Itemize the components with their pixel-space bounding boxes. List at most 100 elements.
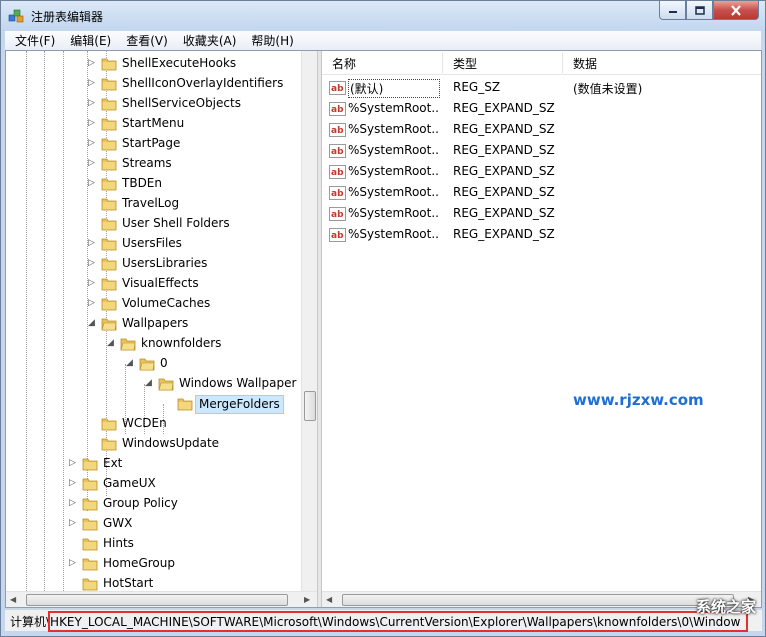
- value-name[interactable]: %SystemRoot...: [348, 185, 440, 199]
- close-button[interactable]: [713, 1, 759, 20]
- tree-node[interactable]: ◢ Wallpapers: [6, 314, 301, 334]
- tree-node-label[interactable]: StartPage: [119, 135, 183, 152]
- tree-node[interactable]: ▷ Group Policy: [6, 494, 301, 514]
- collapsed-arrow-icon[interactable]: ▷: [87, 239, 96, 248]
- tree-node[interactable]: MergeFolders: [6, 394, 301, 414]
- tree-node-label[interactable]: VisualEffects: [119, 275, 202, 292]
- collapsed-arrow-icon[interactable]: ▷: [68, 499, 77, 508]
- menu-edit[interactable]: 编辑(E): [60, 32, 116, 49]
- tree-node-label[interactable]: Windows Wallpaper: [176, 375, 299, 392]
- collapsed-arrow-icon[interactable]: ▷: [68, 519, 77, 528]
- value-name[interactable]: %SystemRoot...: [348, 227, 440, 241]
- tree-node-label[interactable]: StartMenu: [119, 115, 187, 132]
- tree-node[interactable]: TravelLog: [6, 194, 301, 214]
- tree-node-label[interactable]: GameUX: [100, 475, 159, 492]
- value-name[interactable]: %SystemRoot...: [348, 206, 440, 220]
- tree-vertical-scroll-thumb[interactable]: [304, 391, 316, 421]
- tree-node-label[interactable]: HomeGroup: [100, 555, 178, 572]
- column-header-type[interactable]: 类型: [453, 55, 477, 72]
- title-bar[interactable]: 注册表编辑器: [1, 1, 765, 31]
- scroll-left-arrow-icon[interactable]: ◀: [326, 595, 332, 604]
- value-row[interactable]: ab %SystemRoot... REG_EXPAND_SZ: [322, 183, 761, 204]
- menu-favorites[interactable]: 收藏夹(A): [173, 32, 242, 49]
- tree-node-label[interactable]: Wallpapers: [119, 315, 191, 332]
- value-row[interactable]: ab %SystemRoot... REG_EXPAND_SZ: [322, 204, 761, 225]
- tree-node-label[interactable]: Ext: [100, 455, 125, 472]
- collapsed-arrow-icon[interactable]: ▷: [87, 99, 96, 108]
- tree-node[interactable]: ▷ Streams: [6, 154, 301, 174]
- tree-horizontal-scrollbar[interactable]: ◀ ▶: [6, 591, 317, 607]
- collapsed-arrow-icon[interactable]: ▷: [68, 559, 77, 568]
- tree-node[interactable]: ▷ UsersFiles: [6, 234, 301, 254]
- tree-node-label[interactable]: ShellExecuteHooks: [119, 55, 239, 72]
- tree-node-label[interactable]: GWX: [100, 515, 135, 532]
- tree-node-label[interactable]: UsersFiles: [119, 235, 185, 252]
- tree-horizontal-scroll-thumb[interactable]: [26, 594, 288, 606]
- expanded-arrow-icon[interactable]: ◢: [106, 339, 115, 348]
- value-row[interactable]: ab %SystemRoot... REG_EXPAND_SZ: [322, 99, 761, 120]
- expanded-arrow-icon[interactable]: ◢: [125, 359, 134, 368]
- maximize-button[interactable]: [686, 1, 713, 20]
- column-divider[interactable]: [442, 53, 443, 73]
- value-row[interactable]: ab %SystemRoot... REG_EXPAND_SZ: [322, 162, 761, 183]
- expanded-arrow-icon[interactable]: ◢: [87, 319, 96, 328]
- collapsed-arrow-icon[interactable]: ▷: [87, 139, 96, 148]
- expanded-arrow-icon[interactable]: ◢: [144, 379, 153, 388]
- value-row[interactable]: ab (默认) REG_SZ (数值未设置): [322, 78, 761, 99]
- tree-node[interactable]: ▷ Ext: [6, 454, 301, 474]
- column-header-data[interactable]: 数据: [573, 55, 597, 72]
- tree-node-label[interactable]: UsersLibraries: [119, 255, 210, 272]
- value-name[interactable]: %SystemRoot...: [348, 164, 440, 178]
- value-name[interactable]: %SystemRoot...: [348, 101, 440, 115]
- tree-node[interactable]: ▷ ShellIconOverlayIdentifiers: [6, 74, 301, 94]
- tree-node[interactable]: ▷ ShellServiceObjects: [6, 94, 301, 114]
- tree-node[interactable]: ▷ StartMenu: [6, 114, 301, 134]
- tree-node-label[interactable]: MergeFolders: [195, 395, 284, 414]
- tree-node-label[interactable]: ShellIconOverlayIdentifiers: [119, 75, 286, 92]
- scroll-right-arrow-icon[interactable]: ▶: [304, 595, 310, 604]
- tree-node[interactable]: ▷ GameUX: [6, 474, 301, 494]
- tree-node[interactable]: ◢ Windows Wallpaper: [6, 374, 301, 394]
- tree-node[interactable]: ▷ VolumeCaches: [6, 294, 301, 314]
- tree-node-label[interactable]: HotStart: [100, 575, 156, 592]
- tree-node-label[interactable]: WindowsUpdate: [119, 435, 222, 452]
- tree-node[interactable]: ◢ knownfolders: [6, 334, 301, 354]
- value-row[interactable]: ab %SystemRoot... REG_EXPAND_SZ: [322, 120, 761, 141]
- tree-node-label[interactable]: TBDEn: [119, 175, 165, 192]
- tree-node-label[interactable]: TravelLog: [119, 195, 182, 212]
- tree-node-label[interactable]: ShellServiceObjects: [119, 95, 244, 112]
- value-name[interactable]: %SystemRoot...: [348, 143, 440, 157]
- collapsed-arrow-icon[interactable]: ▷: [87, 59, 96, 68]
- tree-node[interactable]: ▷ GWX: [6, 514, 301, 534]
- tree-node[interactable]: WindowsUpdate: [6, 434, 301, 454]
- tree-node-label[interactable]: Hints: [100, 535, 137, 552]
- tree-node[interactable]: ▷ UsersLibraries: [6, 254, 301, 274]
- minimize-button[interactable]: [659, 1, 686, 20]
- tree-node[interactable]: User Shell Folders: [6, 214, 301, 234]
- collapsed-arrow-icon[interactable]: ▷: [87, 279, 96, 288]
- list-horizontal-scroll-thumb[interactable]: [342, 594, 734, 606]
- collapsed-arrow-icon[interactable]: ▷: [87, 119, 96, 128]
- collapsed-arrow-icon[interactable]: ▷: [87, 179, 96, 188]
- tree-node-label[interactable]: WCDEn: [119, 415, 170, 432]
- tree-node[interactable]: WCDEn: [6, 414, 301, 434]
- tree-node[interactable]: ▷ ShellExecuteHooks: [6, 54, 301, 74]
- value-row[interactable]: ab %SystemRoot... REG_EXPAND_SZ: [322, 141, 761, 162]
- menu-help[interactable]: 帮助(H): [241, 32, 298, 49]
- tree-vertical-scrollbar[interactable]: [301, 51, 317, 591]
- column-header-name[interactable]: 名称: [332, 55, 356, 72]
- tree-node[interactable]: ▷ VisualEffects: [6, 274, 301, 294]
- column-divider[interactable]: [562, 53, 563, 73]
- menu-file[interactable]: 文件(F): [5, 32, 60, 49]
- tree-node[interactable]: Hints: [6, 534, 301, 554]
- tree-node[interactable]: ▷ HomeGroup: [6, 554, 301, 574]
- tree-node[interactable]: ▷ TBDEn: [6, 174, 301, 194]
- collapsed-arrow-icon[interactable]: ▷: [87, 159, 96, 168]
- collapsed-arrow-icon[interactable]: ▷: [68, 479, 77, 488]
- tree-node[interactable]: ◢ 0: [6, 354, 301, 374]
- collapsed-arrow-icon[interactable]: ▷: [87, 79, 96, 88]
- tree-node-label[interactable]: knownfolders: [138, 335, 224, 352]
- collapsed-arrow-icon[interactable]: ▷: [68, 459, 77, 468]
- value-name[interactable]: (默认): [348, 79, 440, 98]
- value-name[interactable]: %SystemRoot...: [348, 122, 440, 136]
